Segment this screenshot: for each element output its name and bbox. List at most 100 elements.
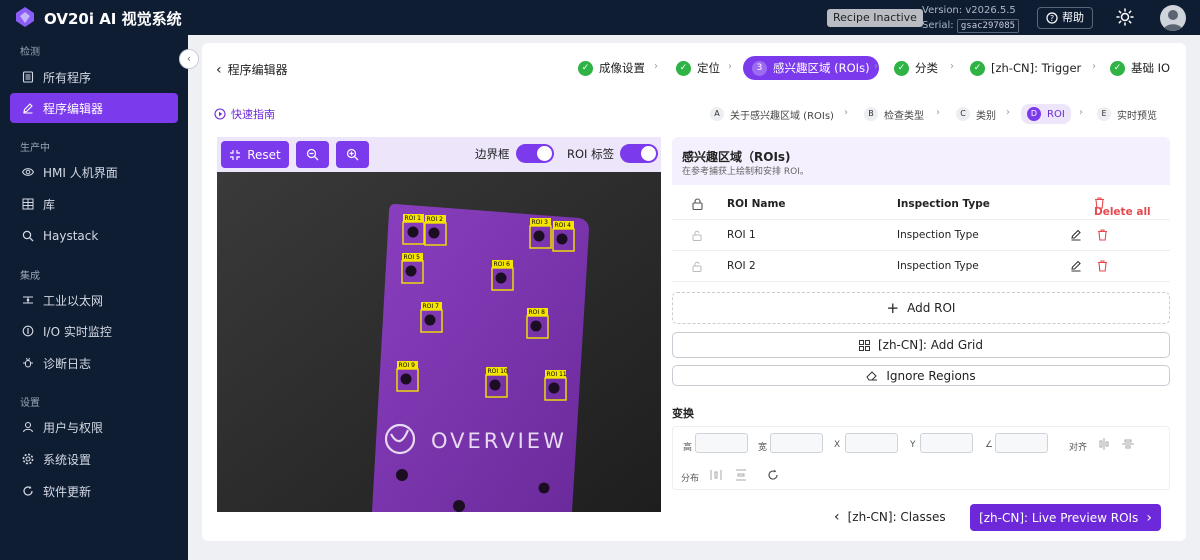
step-trigger[interactable]: ✓ [zh-CN]: Trigger (970, 56, 1081, 80)
roi-label: ROI 5 (404, 254, 421, 261)
sidebar-item-io-monitor[interactable]: I/O 实时监控 (10, 316, 178, 346)
substep-about-rois[interactable]: A 关于感兴趣区域 (ROIs) (710, 104, 834, 124)
distribute-vertical-icon[interactable] (735, 469, 747, 481)
table-row[interactable]: ROI 1 Inspection Type (672, 220, 1170, 251)
unlock-icon[interactable] (692, 261, 702, 272)
pencil-icon (23, 103, 33, 114)
edit-icon[interactable] (1070, 260, 1082, 272)
trash-icon[interactable] (1097, 229, 1108, 241)
sidebar-item-label: 库 (43, 197, 56, 212)
lock-icon[interactable] (692, 198, 703, 210)
zoom-out-button[interactable] (296, 141, 329, 168)
back-label: 程序编辑器 (227, 63, 288, 77)
substep-roi[interactable]: D ROI (1021, 104, 1071, 124)
back-to-recipe-editor[interactable]: ‹ 程序编辑器 (216, 61, 288, 78)
chevron-right-icon: › (1092, 61, 1096, 72)
sidebar-item-label: I/O 实时监控 (43, 324, 112, 339)
user-avatar[interactable] (1160, 5, 1186, 31)
chevron-right-icon: › (844, 107, 848, 118)
unlock-icon[interactable] (692, 230, 702, 241)
angle-label: ∠ (985, 440, 994, 450)
roi-name-cell: ROI 1 (727, 229, 756, 241)
reset-label: Reset (247, 147, 281, 162)
check-icon: ✓ (1110, 60, 1125, 76)
roi-label: ROI 11 (547, 371, 567, 378)
step-label: 分类 (915, 61, 938, 75)
sidebar-item-label: Haystack (43, 229, 99, 243)
sidebar-item-haystack[interactable]: Haystack (10, 221, 178, 251)
delete-all-button[interactable]: Delete all (1094, 197, 1151, 218)
serial-label: Serial: (922, 20, 954, 31)
roi-table: ROI Name Inspection Type Delete all ROI … (672, 189, 1170, 282)
prev-classes-button[interactable]: ‹ [zh-CN]: Classes (834, 509, 946, 525)
bug-icon (23, 357, 33, 368)
sidebar-item-system-settings[interactable]: 系统设置 (10, 444, 178, 474)
ignore-regions-button[interactable]: Ignore Regions (672, 365, 1170, 386)
help-button[interactable]: ? 帮助 (1037, 7, 1093, 29)
substep-classes[interactable]: C 类别 (956, 104, 996, 124)
width-input[interactable] (770, 433, 823, 453)
sidebar-item-label: 软件更新 (43, 484, 92, 499)
quick-guide-label: 快速指南 (231, 108, 275, 121)
transform-panel: 高 宽 X Y ∠ 对齐 分布 (672, 426, 1170, 490)
step-rois[interactable]: 3 感兴趣区域 (ROIs) (743, 56, 879, 80)
sidebar-collapse-button[interactable]: ‹ (179, 49, 199, 69)
chevron-right-icon: › (1079, 107, 1083, 118)
step-classify[interactable]: ✓ 分类 (894, 56, 938, 80)
step-basic-io[interactable]: ✓ 基础 IO (1110, 56, 1170, 80)
sidebar-item-hmi[interactable]: HMI 人机界面 (10, 157, 178, 187)
inspection-type-cell: Inspection Type (897, 229, 979, 241)
sidebar-item-industrial-ethernet[interactable]: 工业以太网 (10, 285, 178, 315)
add-grid-button[interactable]: [zh-CN]: Add Grid (672, 332, 1170, 358)
y-input[interactable] (920, 433, 973, 453)
height-label: 高 (683, 443, 693, 453)
width-label: 宽 (758, 443, 768, 453)
rotate-icon[interactable] (767, 469, 779, 481)
sidebar-item-library[interactable]: 库 (10, 189, 178, 219)
table-row[interactable]: ROI 2 Inspection Type (672, 251, 1170, 282)
sidebar-item-diagnostics[interactable]: 诊断日志 (10, 348, 178, 378)
panel-title: 感兴趣区域（ROIs) (682, 150, 791, 164)
sidebar-item-label: 所有程序 (43, 70, 92, 85)
theme-toggle-sun-icon[interactable] (1116, 8, 1134, 26)
sidebar-item-label: 程序编辑器 (43, 101, 104, 116)
angle-input[interactable] (995, 433, 1048, 453)
roi-name-cell: ROI 2 (727, 260, 756, 272)
distribute-label: 分布 (681, 474, 700, 484)
add-roi-button[interactable]: + Add ROI (672, 292, 1170, 324)
substep-label: ROI (1047, 108, 1065, 120)
quick-guide-link[interactable]: 快速指南 (214, 106, 275, 122)
edit-icon[interactable] (1070, 229, 1082, 241)
roi-label-toggle-switch[interactable] (620, 144, 659, 163)
sidebar-item-all-recipes[interactable]: 所有程序 (10, 62, 178, 92)
reference-image-canvas[interactable]: OVERVIEW ROI 1 ROI 2 ROI 3 ROI 4 ROI 5 ROI 6 R… (217, 172, 661, 512)
substep-live-preview[interactable]: E 实时预览 (1097, 104, 1157, 124)
align-vertical-icon[interactable] (1122, 438, 1134, 450)
version-info: Version: v2026.5.5 Serial: gsac297085 (922, 3, 1020, 33)
step-number: 3 (752, 60, 767, 76)
zoom-in-button[interactable] (336, 141, 369, 168)
trash-icon[interactable] (1097, 260, 1108, 272)
sidebar-item-label: 诊断日志 (43, 356, 92, 371)
roi-label: ROI 7 (423, 303, 440, 310)
reset-button[interactable]: Reset (221, 141, 289, 168)
height-input[interactable] (695, 433, 748, 453)
recipe-status-badge: Recipe Inactive (827, 9, 923, 27)
next-live-preview-button[interactable]: [zh-CN]: Live Preview ROIs › (970, 504, 1161, 531)
top-bar: OV20i AI 视觉系统 Recipe Inactive Version: v… (0, 0, 1200, 35)
x-label: X (834, 440, 841, 450)
align-horizontal-icon[interactable] (1098, 438, 1110, 450)
network-icon (23, 296, 33, 304)
sidebar-item-recipe-editor[interactable]: 程序编辑器 (10, 93, 178, 123)
step-imaging[interactable]: ✓ 成像设置 (578, 56, 645, 80)
substep-letter: A (710, 107, 724, 121)
substep-inspection-types[interactable]: B 检查类型 (864, 104, 924, 124)
roi-label: ROI 1 (405, 215, 422, 222)
sidebar-item-users[interactable]: 用户与权限 (10, 412, 178, 442)
step-alignment[interactable]: ✓ 定位 (676, 56, 720, 80)
x-input[interactable] (845, 433, 898, 453)
distribute-horizontal-icon[interactable] (710, 469, 722, 481)
sidebar-item-software-update[interactable]: 软件更新 (10, 476, 178, 506)
bbox-toggle-switch[interactable] (515, 144, 554, 163)
svg-text:?: ? (1050, 14, 1054, 23)
